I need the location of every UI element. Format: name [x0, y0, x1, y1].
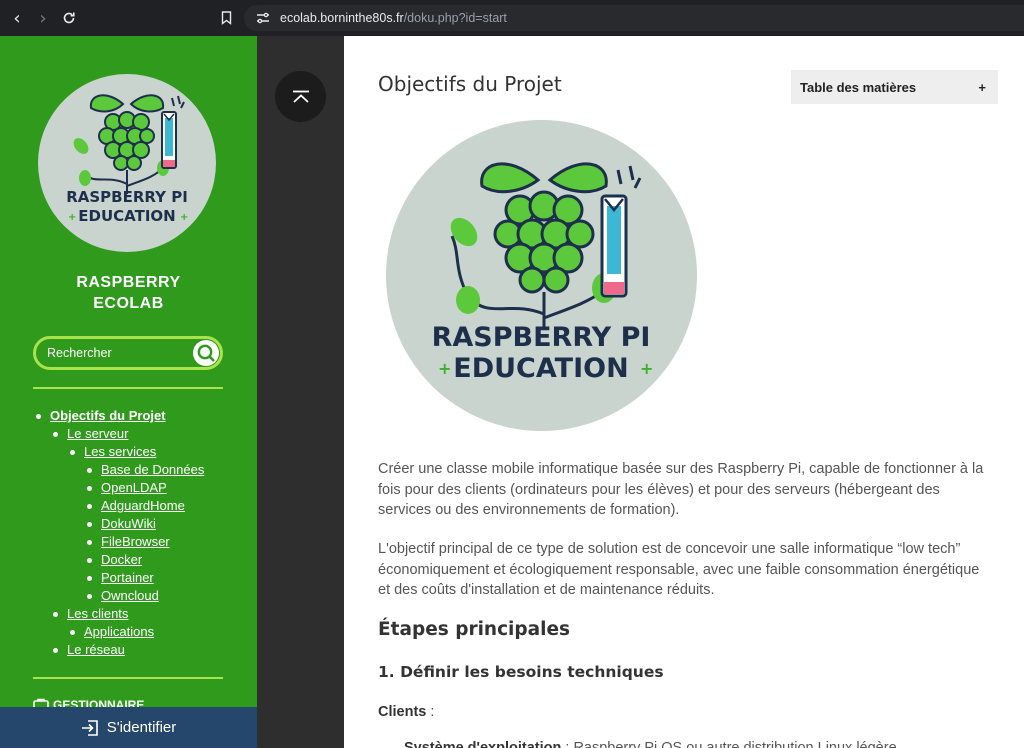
- section-heading: Étapes principales: [378, 619, 571, 640]
- reload-icon[interactable]: [56, 5, 82, 31]
- subsection-heading: 1. Définir les besoins techniques: [378, 663, 664, 681]
- logo-line1: RASPBERRY PI: [66, 188, 188, 206]
- login-icon: [81, 719, 98, 736]
- main-logo-line1: RASPBERRY PI: [432, 322, 651, 353]
- toc-item[interactable]: Base de Données: [87, 462, 204, 480]
- browser-toolbar: ‹ › ecolab.borninthe80s.fr/doku.php?id=s…: [0, 0, 1024, 36]
- toc-item[interactable]: Le réseau: [53, 642, 125, 660]
- site-logo[interactable]: RASPBERRY PI EDUCATION + +: [38, 74, 216, 252]
- sidebar: RASPBERRY PI EDUCATION + + RASPBERRY ECO…: [0, 36, 257, 748]
- toc-item[interactable]: Objectifs du Projet: [36, 408, 166, 426]
- forward-icon[interactable]: ›: [30, 5, 56, 31]
- main-content: Objectifs du Projet Table des matières +: [344, 36, 1024, 748]
- svg-text:+: +: [640, 359, 653, 378]
- toc-item[interactable]: Les clients: [53, 606, 128, 624]
- divider: [33, 387, 223, 389]
- back-to-top-button[interactable]: [275, 71, 326, 122]
- svg-text:+: +: [180, 212, 188, 223]
- table-of-contents-toggle[interactable]: Table des matières +: [791, 70, 998, 104]
- site-title[interactable]: RASPBERRY ECOLAB: [0, 272, 257, 314]
- clients-label: Clients :: [378, 704, 435, 720]
- login-label: S'identifier: [106, 719, 177, 736]
- plus-icon: +: [978, 79, 986, 95]
- address-bar[interactable]: ecolab.borninthe80s.fr/doku.php?id=start: [244, 5, 1024, 31]
- toc-item[interactable]: Portainer: [87, 570, 154, 588]
- side-strip: [257, 36, 344, 748]
- logo-line2: EDUCATION: [78, 207, 175, 225]
- svg-text:+: +: [438, 359, 451, 378]
- page-title: Objectifs du Projet: [378, 72, 562, 96]
- paragraph: L'objectif principal de ce type de solut…: [378, 541, 980, 598]
- toc-item[interactable]: Docker: [87, 552, 142, 570]
- url-text: ecolab.borninthe80s.fr/doku.php?id=start: [280, 11, 507, 25]
- search-icon: [197, 344, 215, 362]
- search-placeholder: Rechercher: [47, 346, 112, 360]
- divider: [33, 677, 223, 679]
- toc-item[interactable]: AdguardHome: [87, 498, 185, 516]
- search-button[interactable]: [193, 340, 219, 366]
- arrow-up-icon: [292, 90, 309, 103]
- toc-item[interactable]: Owncloud: [87, 588, 159, 606]
- toc-item[interactable]: Applications: [70, 624, 154, 642]
- site-settings-icon[interactable]: [256, 9, 270, 28]
- search-input[interactable]: Rechercher: [33, 336, 223, 370]
- toc-item[interactable]: Le serveur: [53, 426, 128, 444]
- bookmark-icon[interactable]: [213, 5, 239, 31]
- raspberry-pi-education-logo: RASPBERRY PI EDUCATION + +: [386, 120, 697, 431]
- login-button[interactable]: S'identifier: [0, 707, 257, 748]
- toc-item[interactable]: OpenLDAP: [87, 480, 167, 498]
- paragraph: Créer une classe mobile informatique bas…: [378, 461, 984, 518]
- toc-item[interactable]: Les services: [70, 444, 156, 462]
- toc-item[interactable]: FileBrowser: [87, 534, 170, 552]
- svg-text:+: +: [68, 212, 76, 223]
- main-logo-line2: EDUCATION: [453, 353, 628, 384]
- back-icon[interactable]: ‹: [4, 5, 30, 31]
- list-item: Système d'exploitation : Raspberry Pi OS…: [404, 740, 897, 748]
- toc-label: Table des matières: [800, 79, 917, 95]
- toc-item[interactable]: DokuWiki: [87, 516, 156, 534]
